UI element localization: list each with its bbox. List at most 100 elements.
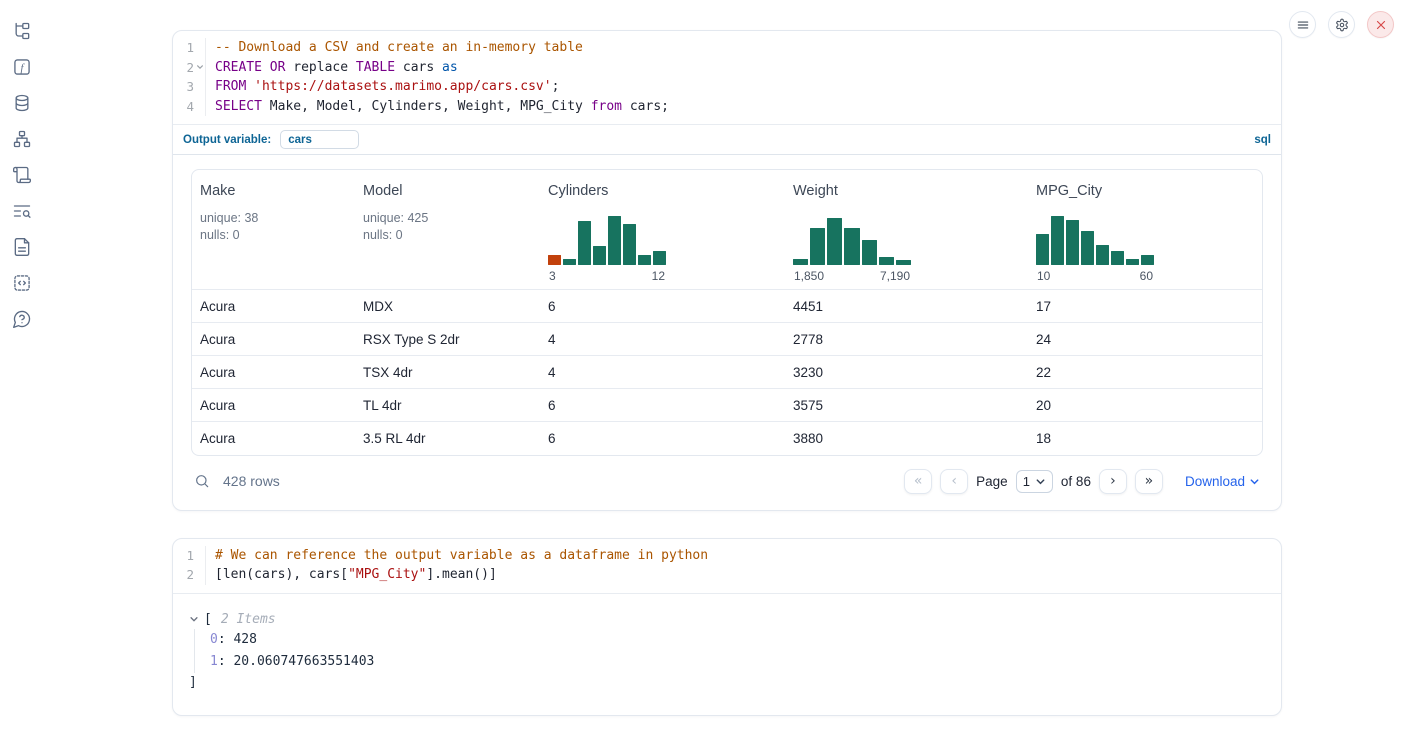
tree-entry-key: 1 xyxy=(210,654,218,669)
histogram-bar xyxy=(638,255,651,265)
table-row[interactable]: AcuraRSX Type S 2dr4277824 xyxy=(192,323,1263,356)
mpg-city-histogram[interactable] xyxy=(1036,213,1154,265)
file-tree-icon[interactable] xyxy=(12,21,32,41)
table-cell: Acura xyxy=(192,389,355,422)
table-cell: 17 xyxy=(1028,290,1263,323)
histogram-bar xyxy=(827,218,842,266)
tree-collapse-toggle[interactable] xyxy=(189,614,201,624)
dependency-graph-icon[interactable] xyxy=(12,129,32,149)
table-cell: Acura xyxy=(192,422,355,455)
sql-cell: 1-- Download a CSV and create an in-memo… xyxy=(172,30,1282,511)
code-line[interactable]: 3FROM 'https://datasets.marimo.app/cars.… xyxy=(173,77,1281,97)
histogram-bar xyxy=(623,224,636,266)
sql-code-editor[interactable]: 1-- Download a CSV and create an in-memo… xyxy=(173,31,1281,125)
tree-entry: 0: 428 xyxy=(210,629,1265,651)
python-code-editor[interactable]: 1# We can reference the output variable … xyxy=(173,539,1281,594)
menu-button[interactable] xyxy=(1289,11,1316,38)
table-cell: 3.5 RL 4dr xyxy=(355,422,540,455)
menu-icon xyxy=(1296,18,1310,32)
tree-entry: 1: 20.060747663551403 xyxy=(210,651,1265,673)
axis-min-label: 3 xyxy=(549,269,556,283)
histogram-bar xyxy=(563,259,576,265)
variables-icon[interactable]: f xyxy=(12,57,32,77)
dataframe-table: Make unique: 38 nulls: 0 Model xyxy=(191,169,1263,456)
table-cell: 22 xyxy=(1028,356,1263,389)
code-line[interactable]: 2CREATE OR replace TABLE cars as xyxy=(173,58,1281,78)
output-variable-input[interactable] xyxy=(280,130,359,149)
table-row[interactable]: AcuraTSX 4dr4323022 xyxy=(192,356,1263,389)
output-variable-label: Output variable: xyxy=(183,134,271,146)
close-icon xyxy=(1374,18,1388,32)
row-count: 428 rows xyxy=(223,473,280,489)
pagination: « ‹ Page 1 of 86 › » Download xyxy=(904,469,1260,494)
code-line[interactable]: 1# We can reference the output variable … xyxy=(173,546,1281,566)
previous-page-button[interactable]: ‹ xyxy=(940,469,968,494)
histogram-bar xyxy=(1141,255,1154,265)
table-cell: 3575 xyxy=(785,389,1028,422)
table-cell: 4 xyxy=(540,356,785,389)
search-icon[interactable] xyxy=(194,473,210,489)
line-number: 2 xyxy=(173,565,206,585)
logs-search-icon[interactable] xyxy=(12,201,32,221)
svg-text:f: f xyxy=(20,62,25,74)
line-number: 4 xyxy=(173,97,206,117)
notebook-actions xyxy=(1289,11,1394,38)
tree-items-count: 2 Items xyxy=(221,612,276,627)
cylinders-histogram[interactable] xyxy=(548,213,666,265)
histogram-bar xyxy=(1036,234,1049,265)
weight-histogram[interactable] xyxy=(793,213,911,265)
language-badge: sql xyxy=(1254,134,1271,146)
scratchpad-icon[interactable] xyxy=(12,165,32,185)
documentation-icon[interactable] xyxy=(12,237,32,257)
page-select[interactable]: 1 xyxy=(1016,470,1053,493)
code-line[interactable]: 2[len(cars), cars["MPG_City"].mean()] xyxy=(173,565,1281,585)
line-number: 1 xyxy=(173,38,206,58)
table-cell: 6 xyxy=(540,290,785,323)
column-header-weight[interactable]: Weight 1,850 7,190 xyxy=(785,170,1028,290)
next-page-button[interactable]: › xyxy=(1099,469,1127,494)
tree-open-bracket: [ xyxy=(204,612,212,627)
unique-stat: unique: 38 xyxy=(200,210,347,227)
histogram-bar xyxy=(844,228,859,265)
column-header-cylinders[interactable]: Cylinders 3 12 xyxy=(540,170,785,290)
sql-output-area: Make unique: 38 nulls: 0 Model xyxy=(173,155,1281,510)
line-number: 3 xyxy=(173,77,206,97)
tree-entries: 0: 4281: 20.060747663551403 xyxy=(194,629,1265,673)
column-header-mpg-city[interactable]: MPG_City 10 60 xyxy=(1028,170,1263,290)
code-line[interactable]: 1-- Download a CSV and create an in-memo… xyxy=(173,38,1281,58)
column-header-make[interactable]: Make unique: 38 nulls: 0 xyxy=(192,170,355,290)
histogram-bar xyxy=(578,221,591,266)
table-cell: Acura xyxy=(192,323,355,356)
settings-button[interactable] xyxy=(1328,11,1355,38)
tree-close-bracket: ] xyxy=(189,673,1265,693)
sql-cell-footer: Output variable: sql xyxy=(173,125,1281,155)
column-header-model[interactable]: Model unique: 425 nulls: 0 xyxy=(355,170,540,290)
histogram-bar xyxy=(1051,216,1064,265)
table-row[interactable]: Acura3.5 RL 4dr6388018 xyxy=(192,422,1263,455)
page-total-label: of 86 xyxy=(1061,474,1091,489)
shutdown-button[interactable] xyxy=(1367,11,1394,38)
last-page-button[interactable]: » xyxy=(1135,469,1163,494)
chevron-down-icon xyxy=(1249,476,1260,487)
table-cell: MDX xyxy=(355,290,540,323)
download-button[interactable]: Download xyxy=(1185,474,1260,489)
code-line[interactable]: 4SELECT Make, Model, Cylinders, Weight, … xyxy=(173,97,1281,117)
chevron-down-icon xyxy=(189,614,199,624)
fold-chevron-icon[interactable] xyxy=(194,63,205,71)
chevron-down-icon xyxy=(1035,476,1046,487)
table-row[interactable]: AcuraTL 4dr6357520 xyxy=(192,389,1263,422)
table-footer: 428 rows « ‹ Page 1 of 86 › » Download xyxy=(191,456,1263,510)
histogram-bar xyxy=(1081,231,1094,265)
table-row[interactable]: AcuraMDX6445117 xyxy=(192,290,1263,323)
datasources-icon[interactable] xyxy=(12,93,32,113)
page-label: Page xyxy=(976,474,1008,489)
helper-sidebar: f xyxy=(0,0,44,729)
axis-max-label: 12 xyxy=(652,269,665,283)
help-icon[interactable] xyxy=(12,309,32,329)
table-body: AcuraMDX6445117AcuraRSX Type S 2dr427782… xyxy=(192,290,1263,455)
first-page-button[interactable]: « xyxy=(904,469,932,494)
histogram-bar xyxy=(1096,245,1109,266)
histogram-bar xyxy=(608,216,621,265)
histogram-bar xyxy=(862,240,877,265)
snippets-icon[interactable] xyxy=(12,273,32,293)
